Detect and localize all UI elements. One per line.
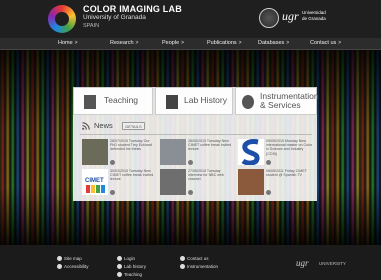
arrow-icon — [117, 272, 122, 278]
site-header: COLOR IMAGING LAB University of Granada … — [0, 0, 381, 38]
book-icon — [84, 95, 96, 109]
lab-country: SPAIN — [83, 23, 100, 29]
nav-item-publications[interactable]: Publications > — [207, 40, 242, 46]
news-more-icon[interactable] — [110, 160, 115, 165]
arrow-icon — [180, 256, 185, 262]
news-item[interactable]: 27/05/2015 Tuesday Interview for NBC web… — [160, 169, 235, 199]
cimet-logo-icon: CIMET — [85, 178, 105, 193]
ugr-logo[interactable]: ugr — [282, 9, 299, 24]
news-text: 28/05/2015 Tuesday New CIMET coffee brea… — [188, 139, 232, 152]
footer-university-label: UNIVERSITY — [319, 261, 347, 266]
news-text: 06/05/2011 Friday CIMET student @ Spanis… — [266, 169, 307, 178]
footer-link-instrumentation[interactable]: Instrumentation — [180, 264, 218, 270]
ugr-name: Universidad de Granada — [302, 10, 326, 21]
nav-item-research[interactable]: Research > — [110, 40, 138, 46]
nav-item-home[interactable]: Home > — [58, 40, 78, 46]
news-text: 27/05/2015 Tuesday Interview for NBC web… — [188, 169, 224, 182]
lab-subtitle: University of Granada — [83, 14, 146, 21]
history-icon — [166, 95, 178, 109]
svg-text:CIMET: CIMET — [85, 178, 104, 184]
news-item[interactable]: 28/05/2015 Tuesday New CIMET coffee brea… — [160, 139, 235, 169]
tile-lab-history-label: Lab History — [184, 95, 227, 105]
news-item[interactable]: 06/05/2011 Friday CIMET student @ Spanis… — [238, 169, 313, 199]
main-nav: Home > Research > People > Publications > Da… — [0, 38, 381, 50]
lab-logo-icon[interactable] — [48, 5, 76, 33]
news-divider — [80, 134, 312, 135]
news-more-icon[interactable] — [266, 190, 271, 195]
news-item[interactable]: CIMET 30/03/2015 Tuesday New CIMET coffe… — [82, 169, 157, 199]
tile-teaching-label: Teaching — [104, 95, 139, 105]
news-thumbnail[interactable] — [238, 139, 264, 166]
gear-icon — [242, 95, 254, 109]
tile-teaching[interactable]: Teaching — [73, 87, 153, 115]
footer-link-accessibility[interactable]: Accessibility — [57, 264, 89, 270]
news-more-icon[interactable] — [266, 160, 271, 165]
news-item[interactable]: 28/07/2015 Tuesday Our PhD student Trey … — [82, 139, 157, 169]
news-more-icon[interactable] — [188, 190, 193, 195]
news-details-button[interactable]: DETAILS — [122, 122, 145, 130]
news-text: 05/05/2015 Monday New international mast… — [266, 139, 313, 156]
lab-title[interactable]: COLOR IMAGING LAB — [83, 4, 182, 14]
footer-link-contact[interactable]: Contact us — [180, 256, 209, 262]
tile-lab-history[interactable]: Lab History — [155, 87, 233, 115]
arrow-icon — [57, 264, 62, 270]
arrow-icon — [57, 256, 62, 262]
news-item[interactable]: 05/05/2015 Monday New international mast… — [238, 139, 313, 169]
cosi-logo-icon — [241, 139, 260, 166]
quick-links: Teaching Lab History Instrumentation & S… — [73, 87, 319, 115]
footer-link-site-map[interactable]: Site map — [57, 256, 82, 262]
news-title: News — [94, 121, 113, 130]
ugr-seal-icon[interactable] — [259, 8, 279, 28]
news-more-icon[interactable] — [188, 160, 193, 165]
news-thumbnail[interactable] — [82, 139, 108, 165]
news-thumbnail[interactable] — [160, 139, 186, 165]
footer-link-login[interactable]: Login — [117, 256, 135, 262]
arrow-icon — [117, 264, 122, 270]
tile-instrumentation[interactable]: Instrumentation & Services — [235, 87, 319, 115]
tile-instrumentation-label: Instrumentation & Services — [260, 91, 319, 110]
rss-icon[interactable] — [82, 122, 90, 130]
nav-item-databases[interactable]: Databases > — [258, 40, 289, 46]
news-text: 30/03/2015 Tuesday New CIMET coffee brea… — [110, 169, 154, 182]
footer-link-teaching[interactable]: Teaching — [117, 272, 142, 278]
nav-item-people[interactable]: People > — [162, 40, 184, 46]
news-thumbnail[interactable] — [238, 169, 264, 195]
news-thumbnail[interactable]: CIMET — [82, 169, 108, 195]
nav-item-contact[interactable]: Contact us > — [310, 40, 341, 46]
news-thumbnail[interactable] — [160, 169, 186, 195]
news-text: 28/07/2015 Tuesday Our PhD student Trey … — [110, 139, 152, 152]
news-more-icon[interactable] — [110, 190, 115, 195]
footer-ugr-logo[interactable]: ugr — [296, 258, 309, 268]
arrow-icon — [117, 256, 122, 262]
arrow-icon — [180, 264, 185, 270]
footer-link-lab-history[interactable]: Lab history — [117, 264, 146, 270]
